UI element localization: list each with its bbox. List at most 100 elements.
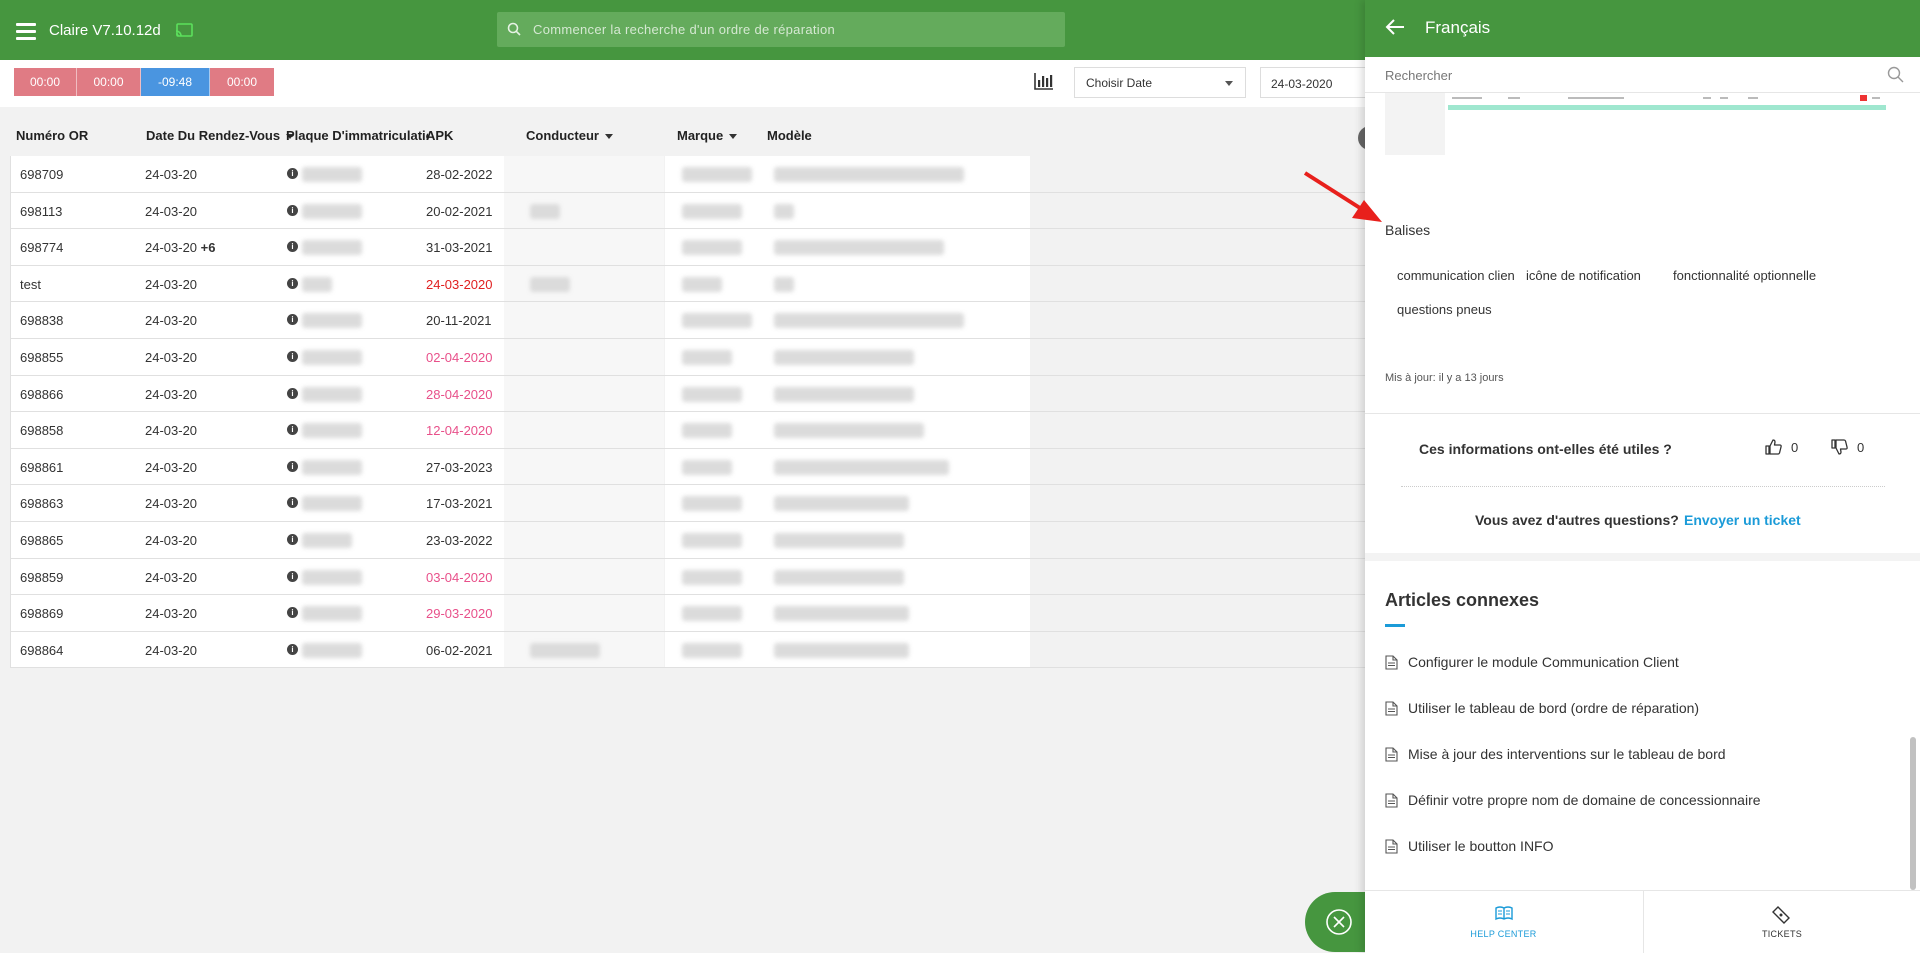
bar-chart-icon[interactable] xyxy=(1034,72,1054,95)
info-icon[interactable]: i xyxy=(287,241,298,253)
date-field[interactable]: 24-03-2020 xyxy=(1260,67,1370,98)
timer-1[interactable]: 00:00 xyxy=(14,68,77,96)
model-redacted xyxy=(774,606,909,622)
timer-3[interactable]: -09:48 xyxy=(141,68,210,96)
table-row[interactable]: 698855 24-03-20 i 02-04-2020 xyxy=(10,338,1370,376)
info-icon[interactable]: i xyxy=(287,570,298,582)
model-redacted xyxy=(774,240,944,256)
scrollbar-thumb[interactable] xyxy=(1910,737,1916,890)
table-row[interactable]: 698859 24-03-20 i 03-04-2020 xyxy=(10,558,1370,596)
col-appointment-date[interactable]: Date Du Rendez-Vous xyxy=(146,128,295,143)
appointment-date: 24-03-20 xyxy=(145,350,197,365)
table-row[interactable]: 698865 24-03-20 i 23-03-2022 xyxy=(10,521,1370,559)
tickets-tab[interactable]: TICKETS xyxy=(1643,891,1920,953)
search-icon[interactable] xyxy=(1887,66,1904,83)
search-icon xyxy=(507,22,521,36)
plate-redacted xyxy=(302,313,362,329)
info-icon[interactable]: i xyxy=(287,168,298,179)
tag-chip[interactable]: communication client xyxy=(1385,264,1531,287)
table-row[interactable]: 698866 24-03-20 i 28-04-2020 xyxy=(10,375,1370,413)
document-icon xyxy=(1385,792,1398,808)
table-row[interactable]: 698774 24-03-20 +6 i 31-03-2021 xyxy=(10,229,1370,266)
col-model[interactable]: Modèle xyxy=(767,128,812,143)
hamburger-menu-icon[interactable] xyxy=(16,23,36,40)
col-brand-label: Marque xyxy=(677,128,724,143)
back-arrow-icon[interactable] xyxy=(1385,18,1405,36)
col-or-number[interactable]: Numéro OR xyxy=(16,128,88,143)
related-article-link[interactable]: Utiliser le boutton INFO xyxy=(1385,838,1554,854)
cast-icon[interactable] xyxy=(175,23,193,43)
model-redacted xyxy=(774,532,904,548)
brand-redacted xyxy=(682,386,742,402)
appointment-date: 24-03-20 xyxy=(145,277,197,292)
related-article-link[interactable]: Utiliser le tableau de bord (ordre de ré… xyxy=(1385,700,1699,716)
col-brand[interactable]: Marque xyxy=(677,128,738,143)
info-icon[interactable]: i xyxy=(287,533,298,545)
brand-redacted xyxy=(682,642,742,658)
help-center-tab[interactable]: HELP CENTER xyxy=(1365,891,1642,953)
tag-chip[interactable]: fonctionnalité optionnelle xyxy=(1661,264,1829,287)
appointment-date-value: 24-03-20 xyxy=(145,313,198,329)
table-row[interactable]: test 24-03-20 i 24-03-2020 xyxy=(10,265,1370,303)
timer-2[interactable]: 00:00 xyxy=(77,68,141,96)
table-row[interactable]: 698869 24-03-20 i 29-03-2020 xyxy=(10,595,1370,632)
brand-redacted xyxy=(682,423,732,439)
or-number: 698113 xyxy=(20,203,63,219)
info-icon[interactable]: i xyxy=(287,607,298,619)
table-row[interactable]: 698863 24-03-20 i 17-03-2021 xyxy=(10,485,1370,522)
col-driver[interactable]: Conducteur xyxy=(526,128,613,143)
info-icon[interactable]: i xyxy=(287,350,298,362)
table-row[interactable]: 698838 24-03-20 i 20-11-2021 xyxy=(10,302,1370,339)
related-article-link[interactable]: Définir votre propre nom de domaine de c… xyxy=(1385,792,1761,808)
tag-chip[interactable]: icône de notification xyxy=(1514,264,1653,287)
feedback-question: Ces informations ont-elles été utiles ? xyxy=(1419,441,1672,457)
brand-redacted xyxy=(682,167,752,182)
table-row[interactable]: 698864 24-03-20 i 06-02-2021 xyxy=(10,631,1370,669)
info-icon[interactable]: i xyxy=(287,643,298,655)
section-separator xyxy=(1365,553,1920,561)
related-article-link[interactable]: Configurer le module Communication Clien… xyxy=(1385,654,1679,670)
info-icon[interactable]: i xyxy=(287,497,298,509)
apk-date: 12-04-2020 xyxy=(426,423,493,439)
related-article-link[interactable]: Mise à jour des interventions sur le tab… xyxy=(1385,746,1726,762)
or-number: 698869 xyxy=(20,606,64,622)
info-icon[interactable]: i xyxy=(287,314,298,326)
related-article-title: Définir votre propre nom de domaine de c… xyxy=(1408,792,1761,808)
plate-redacted xyxy=(302,240,362,256)
tag-chip[interactable]: questions pneus xyxy=(1385,298,1504,321)
table-row[interactable]: 698861 24-03-20 i 27-03-2023 xyxy=(10,448,1370,486)
model-redacted xyxy=(774,349,914,365)
panel-search-input[interactable] xyxy=(1385,57,1865,93)
table-row[interactable]: 698113 24-03-20 i 20-02-2021 xyxy=(10,192,1370,230)
appointment-date-value: 24-03-20 xyxy=(145,349,198,365)
appointment-date: 24-03-20 xyxy=(145,606,197,621)
info-icon[interactable]: i xyxy=(287,387,298,399)
like-button[interactable]: 0 xyxy=(1765,438,1798,456)
info-icon[interactable]: i xyxy=(287,204,298,216)
info-icon[interactable]: i xyxy=(287,277,298,289)
panel-search[interactable] xyxy=(1365,57,1920,93)
related-articles-title: Articles connexes xyxy=(1385,590,1540,610)
apk-date: 31-03-2021 xyxy=(426,240,493,256)
col-apk[interactable]: APK xyxy=(426,128,453,143)
search-input[interactable] xyxy=(533,12,1053,47)
thumbs-up-icon xyxy=(1765,439,1782,455)
plate-redacted xyxy=(302,276,332,292)
col-plate[interactable]: Plaque D'immatriculatio xyxy=(286,128,428,143)
info-icon[interactable]: i xyxy=(287,460,298,472)
col-driver-label: Conducteur xyxy=(526,128,599,143)
related-article-title: Utiliser le tableau de bord (ordre de ré… xyxy=(1408,700,1700,716)
send-ticket-link[interactable]: Envoyer un ticket xyxy=(1684,512,1801,528)
choose-date-select[interactable]: Choisir Date xyxy=(1074,67,1246,98)
table-row[interactable]: 698709 24-03-20 i 28-02-2022 xyxy=(10,156,1370,193)
choose-date-label: Choisir Date xyxy=(1086,76,1153,90)
dislike-button[interactable]: 0 xyxy=(1831,438,1864,456)
info-icon[interactable]: i xyxy=(287,424,298,436)
or-number: 698855 xyxy=(20,349,64,365)
table-row[interactable]: 698858 24-03-20 i 12-04-2020 xyxy=(10,412,1370,449)
repair-order-search[interactable] xyxy=(497,12,1065,47)
timer-4[interactable]: 00:00 xyxy=(210,68,274,96)
appointment-date-value: 24-03-20 xyxy=(145,459,198,475)
model-redacted xyxy=(774,642,909,658)
appointment-date: 24-03-20 xyxy=(145,204,197,219)
